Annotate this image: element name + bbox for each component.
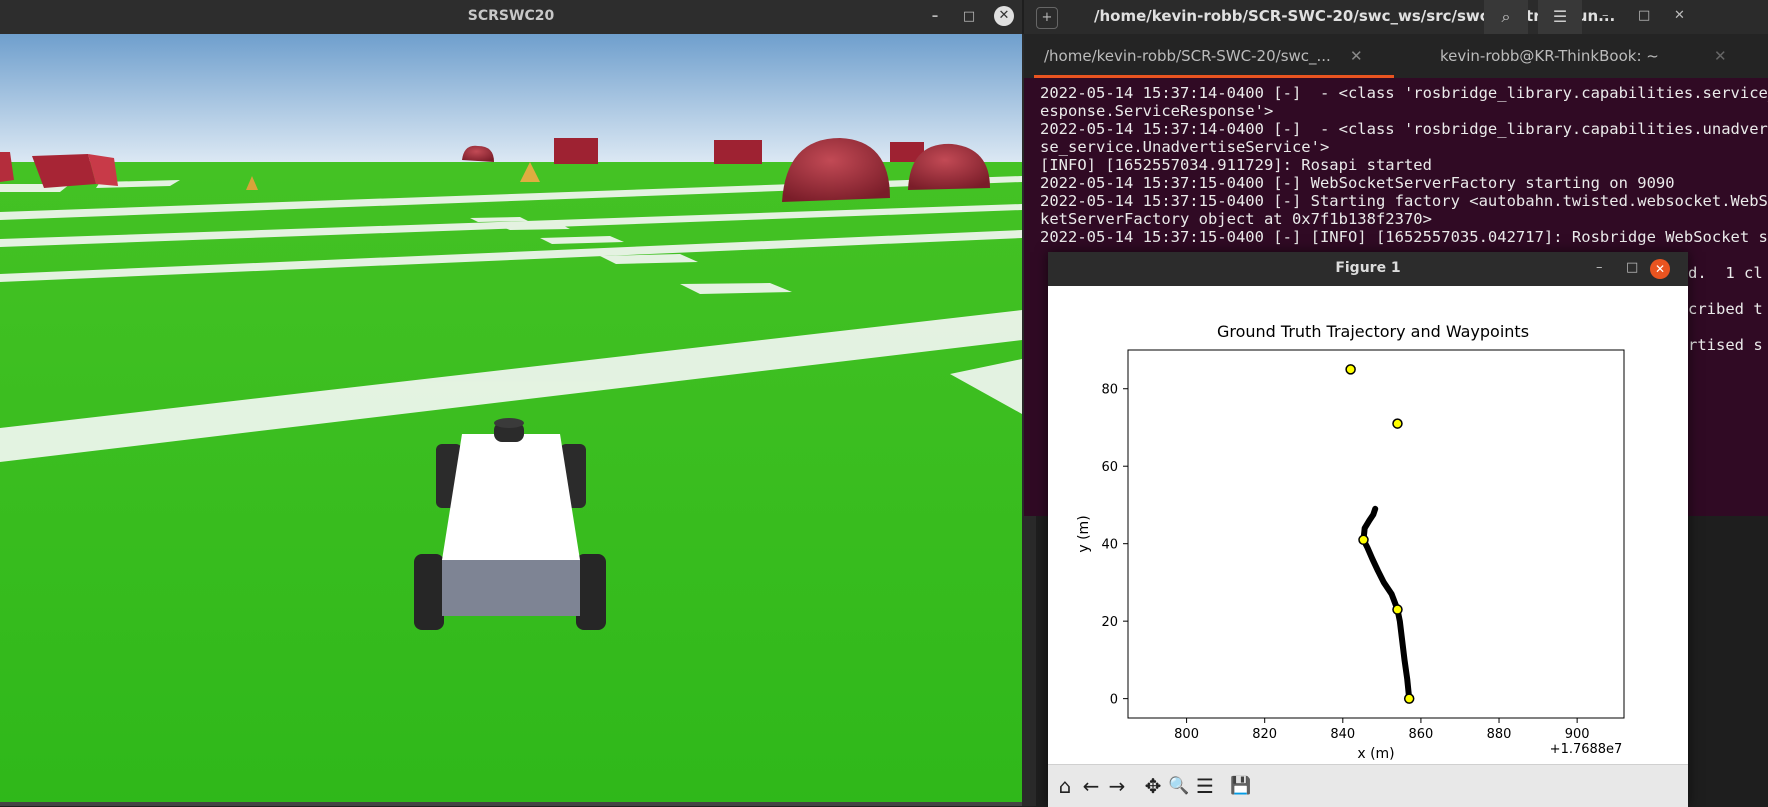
terminal-line: ketServerFactory object at 0x7f1b138f237… bbox=[1040, 210, 1432, 228]
waypoint-marker bbox=[1345, 364, 1356, 375]
figure-title: Figure 1 bbox=[1335, 260, 1401, 276]
figure-minimize-button[interactable]: – bbox=[1596, 260, 1603, 275]
terminal-line: rtised s bbox=[1688, 336, 1763, 354]
home-icon[interactable]: ⌂ bbox=[1052, 773, 1078, 799]
simulator-title-bar[interactable]: SCRSWC20 – □ ✕ bbox=[0, 0, 1022, 34]
x-axis-label: x (m) bbox=[1357, 746, 1394, 762]
simulation-viewport[interactable] bbox=[0, 34, 1022, 806]
minimize-button[interactable]: – bbox=[926, 8, 944, 26]
terminal-line: esponse.ServiceResponse'> bbox=[1040, 102, 1274, 120]
waypoint-marker bbox=[1392, 418, 1403, 429]
plot-canvas[interactable]: Ground Truth Trajectory and Waypoints 80… bbox=[1048, 286, 1688, 764]
waypoint-marker bbox=[1403, 693, 1415, 704]
y-tick-label: 80 bbox=[1101, 383, 1118, 398]
save-icon[interactable]: 💾 bbox=[1228, 773, 1254, 799]
terminal-close-button[interactable]: ✕ bbox=[1674, 8, 1685, 23]
x-offset-label: +1.7688e7 bbox=[1550, 742, 1623, 757]
sky bbox=[0, 34, 1022, 164]
search-icon[interactable]: ⌕ bbox=[1484, 0, 1528, 34]
x-tick-label: 900 bbox=[1565, 727, 1590, 742]
figure-close-button[interactable]: ✕ bbox=[1650, 259, 1670, 279]
close-button[interactable]: ✕ bbox=[994, 6, 1014, 26]
terminal-line: [INFO] [1652557034.911729]: Rosapi start… bbox=[1040, 156, 1432, 174]
terminal-line: 2022-05-14 15:37:14-0400 [-] - <class 'r… bbox=[1040, 84, 1768, 102]
waypoint-marker bbox=[1358, 534, 1369, 546]
x-tick-label: 880 bbox=[1487, 727, 1512, 742]
tab-launch-label: /home/kevin-robb/SCR-SWC-20/swc_... bbox=[1044, 47, 1331, 65]
y-tick-label: 40 bbox=[1101, 538, 1118, 553]
y-axis-label: y (m) bbox=[1076, 515, 1092, 552]
x-tick-label: 800 bbox=[1174, 727, 1199, 742]
terminal-line: se_service.UnadvertiseService'> bbox=[1040, 138, 1330, 156]
terminal-tab-bar: /home/kevin-robb/SCR-SWC-20/swc_... ✕ ke… bbox=[1024, 34, 1768, 78]
figure-title-bar[interactable]: Figure 1 – □ ✕ bbox=[1048, 252, 1688, 286]
terminal-line: cribed t bbox=[1688, 300, 1763, 318]
figure-maximize-button[interactable]: □ bbox=[1626, 260, 1638, 275]
y-tick-label: 0 bbox=[1110, 693, 1118, 708]
x-tick-label: 860 bbox=[1408, 727, 1433, 742]
terminal-line: 2022-05-14 15:37:15-0400 [-] Starting fa… bbox=[1040, 192, 1768, 210]
tab-home[interactable]: kevin-robb@KR-ThinkBook: ~ ✕ bbox=[1404, 34, 1768, 78]
tab-launch[interactable]: /home/kevin-robb/SCR-SWC-20/swc_... ✕ bbox=[1034, 34, 1394, 78]
terminal-header-bar[interactable]: + /home/kevin-robb/SCR-SWC-20/swc_ws/src… bbox=[1024, 0, 1768, 34]
configure-subplots-icon[interactable]: ☰ bbox=[1192, 773, 1218, 799]
terminal-line: 2022-05-14 15:37:14-0400 [-] - <class 'r… bbox=[1040, 120, 1768, 138]
tab-close-icon[interactable]: ✕ bbox=[1350, 47, 1363, 65]
y-tick-label: 20 bbox=[1101, 615, 1118, 630]
pan-icon[interactable]: ✥ bbox=[1140, 773, 1166, 799]
x-tick-label: 840 bbox=[1330, 727, 1355, 742]
back-arrow-icon[interactable]: ← bbox=[1078, 773, 1104, 799]
forward-arrow-icon[interactable]: → bbox=[1104, 773, 1130, 799]
terminal-minimize-button[interactable]: – bbox=[1602, 8, 1609, 23]
bottom-border bbox=[0, 802, 1022, 806]
waypoint-marker bbox=[1392, 604, 1403, 615]
zoom-icon[interactable]: 🔍 bbox=[1166, 773, 1192, 799]
simulator-window: SCRSWC20 – □ ✕ bbox=[0, 0, 1022, 806]
tab-home-label: kevin-robb@KR-ThinkBook: ~ bbox=[1440, 47, 1659, 65]
terminal-maximize-button[interactable]: □ bbox=[1638, 8, 1650, 23]
maximize-button[interactable]: □ bbox=[960, 8, 978, 26]
terminal-line: 2022-05-14 15:37:15-0400 [-] WebSocketSe… bbox=[1040, 174, 1675, 192]
menu-icon[interactable]: ☰ bbox=[1538, 0, 1582, 34]
tab-close-icon[interactable]: ✕ bbox=[1714, 47, 1727, 65]
figure-window: Figure 1 – □ ✕ Ground Truth Trajectory a… bbox=[1048, 252, 1688, 807]
x-tick-label: 820 bbox=[1252, 727, 1277, 742]
terminal-line: 2022-05-14 15:37:15-0400 [-] [INFO] [165… bbox=[1040, 228, 1768, 246]
terminal-line: d. 1 cl bbox=[1688, 264, 1763, 282]
chart-title: Ground Truth Trajectory and Waypoints bbox=[1217, 322, 1529, 341]
y-tick-label: 60 bbox=[1101, 460, 1118, 475]
figure-toolbar: ⌂ ← → ✥ 🔍 ☰ 💾 bbox=[1048, 764, 1688, 807]
simulator-title: SCRSWC20 bbox=[467, 8, 555, 24]
new-tab-icon[interactable]: + bbox=[1036, 7, 1058, 29]
